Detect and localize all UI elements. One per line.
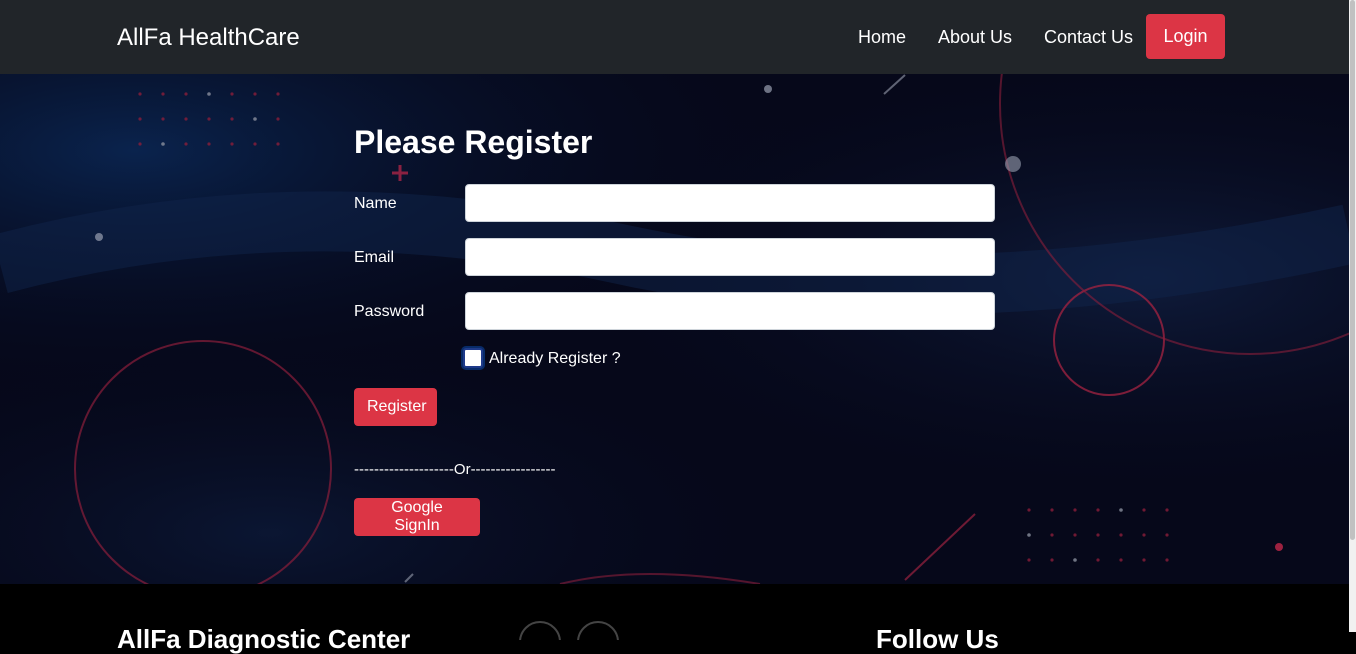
name-input[interactable] [465, 184, 995, 222]
nav-link-home[interactable]: Home [858, 26, 906, 48]
password-input[interactable] [465, 292, 995, 330]
login-button[interactable]: Login [1146, 14, 1225, 59]
register-button[interactable]: Register [354, 388, 437, 426]
or-divider: --------------------Or----------------- [354, 461, 556, 478]
nav-link-about-us[interactable]: About Us [938, 26, 1012, 48]
footer-heading-right: Follow Us [876, 624, 999, 654]
register-hero-section: Please Register Name Email Password Alre… [0, 74, 1349, 584]
scrollbar-thumb[interactable] [1350, 0, 1355, 540]
footer: AllFa Diagnostic Center Follow Us [0, 584, 1349, 654]
email-label: Email [354, 249, 395, 266]
page-title: Please Register [354, 124, 593, 160]
register-form: Please Register Name Email Password Alre… [0, 74, 1349, 584]
navbar: AllFa HealthCare Home About Us Contact U… [0, 0, 1349, 74]
already-register-checkbox[interactable] [463, 348, 483, 368]
footer-heading-left: AllFa Diagnostic Center [117, 624, 411, 654]
vertical-scrollbar[interactable] [1349, 0, 1356, 632]
already-register-label[interactable]: Already Register ? [489, 349, 621, 369]
nav-link-contact-us[interactable]: Contact Us [1044, 26, 1133, 48]
google-signin-button[interactable]: Google SignIn [354, 498, 480, 536]
footer-decoration [519, 621, 619, 640]
password-label: Password [354, 303, 425, 320]
name-label: Name [354, 195, 397, 212]
brand-logo-text[interactable]: AllFa HealthCare [117, 23, 300, 53]
email-input[interactable] [465, 238, 995, 276]
